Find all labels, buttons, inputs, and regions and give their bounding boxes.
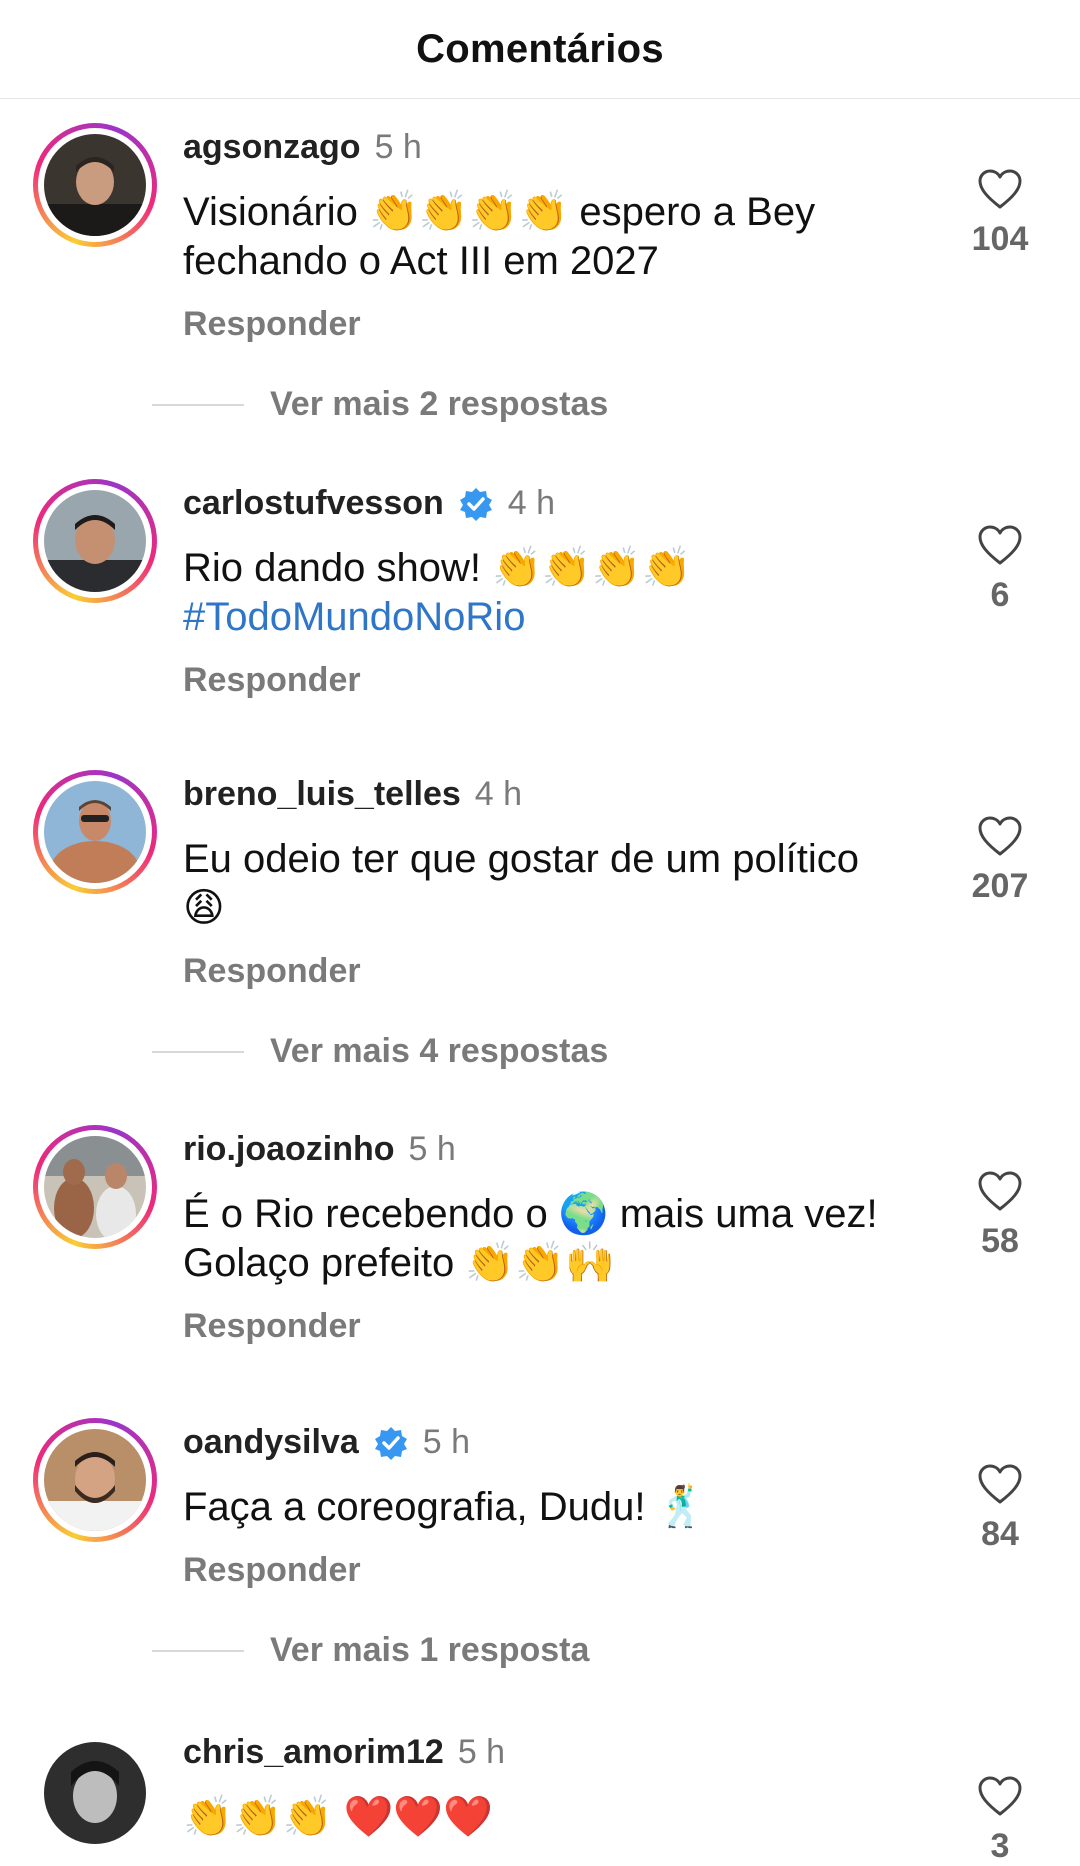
avatar[interactable] xyxy=(33,1125,157,1249)
divider xyxy=(152,403,244,406)
avatar-photo xyxy=(44,1136,146,1238)
like-count: 3 xyxy=(990,1827,1010,1865)
like-button[interactable]: 3 xyxy=(968,1775,1032,1866)
view-more-replies-label[interactable]: Ver mais 2 respostas xyxy=(270,385,608,424)
verified-badge-icon xyxy=(373,1425,409,1461)
username[interactable]: breno_luis_telles xyxy=(183,775,461,814)
avatar[interactable] xyxy=(33,479,157,603)
verified-badge-icon xyxy=(458,486,494,522)
like-count: 58 xyxy=(981,1222,1019,1260)
heart-outline-icon[interactable] xyxy=(977,1463,1023,1505)
page-title: Comentários xyxy=(416,26,664,71)
avatar[interactable] xyxy=(33,770,157,894)
avatar-photo xyxy=(44,490,146,592)
divider xyxy=(152,1050,244,1053)
comments-header: Comentários xyxy=(0,0,1080,99)
comment-text: Eu odeio ter que gostar de um político 😩 xyxy=(183,837,859,930)
comment-text: Rio dando show! 👏👏👏👏 #TodoMundoNoRio xyxy=(183,544,883,642)
reply-button[interactable]: Responder xyxy=(183,661,361,700)
comment-text: É o Rio recebendo o 🌍 mais uma vez! Gola… xyxy=(183,1192,878,1285)
heart-outline-icon[interactable] xyxy=(977,1775,1023,1817)
view-more-replies[interactable]: Ver mais 1 resposta xyxy=(152,1631,589,1670)
like-button[interactable]: 58 xyxy=(968,1170,1032,1261)
view-more-replies-label[interactable]: Ver mais 4 respostas xyxy=(270,1032,608,1071)
comment-time: 4 h xyxy=(507,484,556,522)
comment-meta: agsonzago 5 h xyxy=(183,128,422,167)
heart-outline-icon[interactable] xyxy=(977,815,1023,857)
username[interactable]: carlostufvesson xyxy=(183,484,444,523)
like-button[interactable]: 207 xyxy=(968,815,1032,906)
view-more-replies[interactable]: Ver mais 2 respostas xyxy=(152,385,608,424)
avatar[interactable] xyxy=(33,123,157,247)
like-button[interactable]: 6 xyxy=(968,524,1032,615)
reply-button[interactable]: Responder xyxy=(183,1551,361,1590)
comment-time: 5 h xyxy=(457,1733,506,1771)
divider xyxy=(152,1649,244,1652)
comment-meta: rio.joaozinho 5 h xyxy=(183,1130,456,1169)
like-count: 104 xyxy=(971,220,1029,258)
comment-text: Faça a coreografia, Dudu! 🕺 xyxy=(183,1485,707,1529)
avatar-photo xyxy=(44,134,146,236)
comment-meta: oandysilva 5 h xyxy=(183,1423,470,1462)
comment-time: 5 h xyxy=(422,1423,471,1461)
comment-time: 5 h xyxy=(374,128,422,166)
like-button[interactable]: 84 xyxy=(968,1463,1032,1554)
comment-text: Visionário 👏👏👏👏 espero a Bey fechando o … xyxy=(183,190,816,283)
like-count: 6 xyxy=(990,576,1010,614)
avatar-photo xyxy=(44,1742,146,1844)
view-more-replies-label[interactable]: Ver mais 1 resposta xyxy=(270,1631,589,1670)
heart-outline-icon[interactable] xyxy=(977,524,1023,566)
reply-button[interactable]: Responder xyxy=(183,952,361,991)
heart-outline-icon[interactable] xyxy=(977,168,1023,210)
like-count: 84 xyxy=(981,1515,1019,1553)
reply-button[interactable]: Responder xyxy=(183,305,361,344)
like-count: 207 xyxy=(971,867,1029,905)
username[interactable]: agsonzago xyxy=(183,128,361,167)
comment-text-body: Rio dando show! 👏👏👏👏 xyxy=(183,546,692,590)
comment-time: 5 h xyxy=(408,1130,456,1168)
like-button[interactable]: 104 xyxy=(968,168,1032,259)
comment-meta: chris_amorim12 5 h xyxy=(183,1733,505,1772)
avatar-photo xyxy=(44,781,146,883)
comment-meta: breno_luis_telles 4 h xyxy=(183,775,522,814)
comment-text: 👏👏👏 ❤️❤️❤️ xyxy=(183,1795,493,1839)
view-more-replies[interactable]: Ver mais 4 respostas xyxy=(152,1032,608,1071)
heart-outline-icon[interactable] xyxy=(977,1170,1023,1212)
comment-meta: carlostufvesson 4 h xyxy=(183,484,555,523)
avatar-photo xyxy=(44,1429,146,1531)
username[interactable]: oandysilva xyxy=(183,1423,359,1462)
reply-button[interactable]: Responder xyxy=(183,1307,361,1346)
username[interactable]: rio.joaozinho xyxy=(183,1130,395,1169)
avatar[interactable] xyxy=(33,1418,157,1542)
username[interactable]: chris_amorim12 xyxy=(183,1733,444,1772)
avatar[interactable] xyxy=(33,1731,157,1855)
comment-time: 4 h xyxy=(474,775,523,813)
hashtag-link[interactable]: #TodoMundoNoRio xyxy=(183,593,883,642)
